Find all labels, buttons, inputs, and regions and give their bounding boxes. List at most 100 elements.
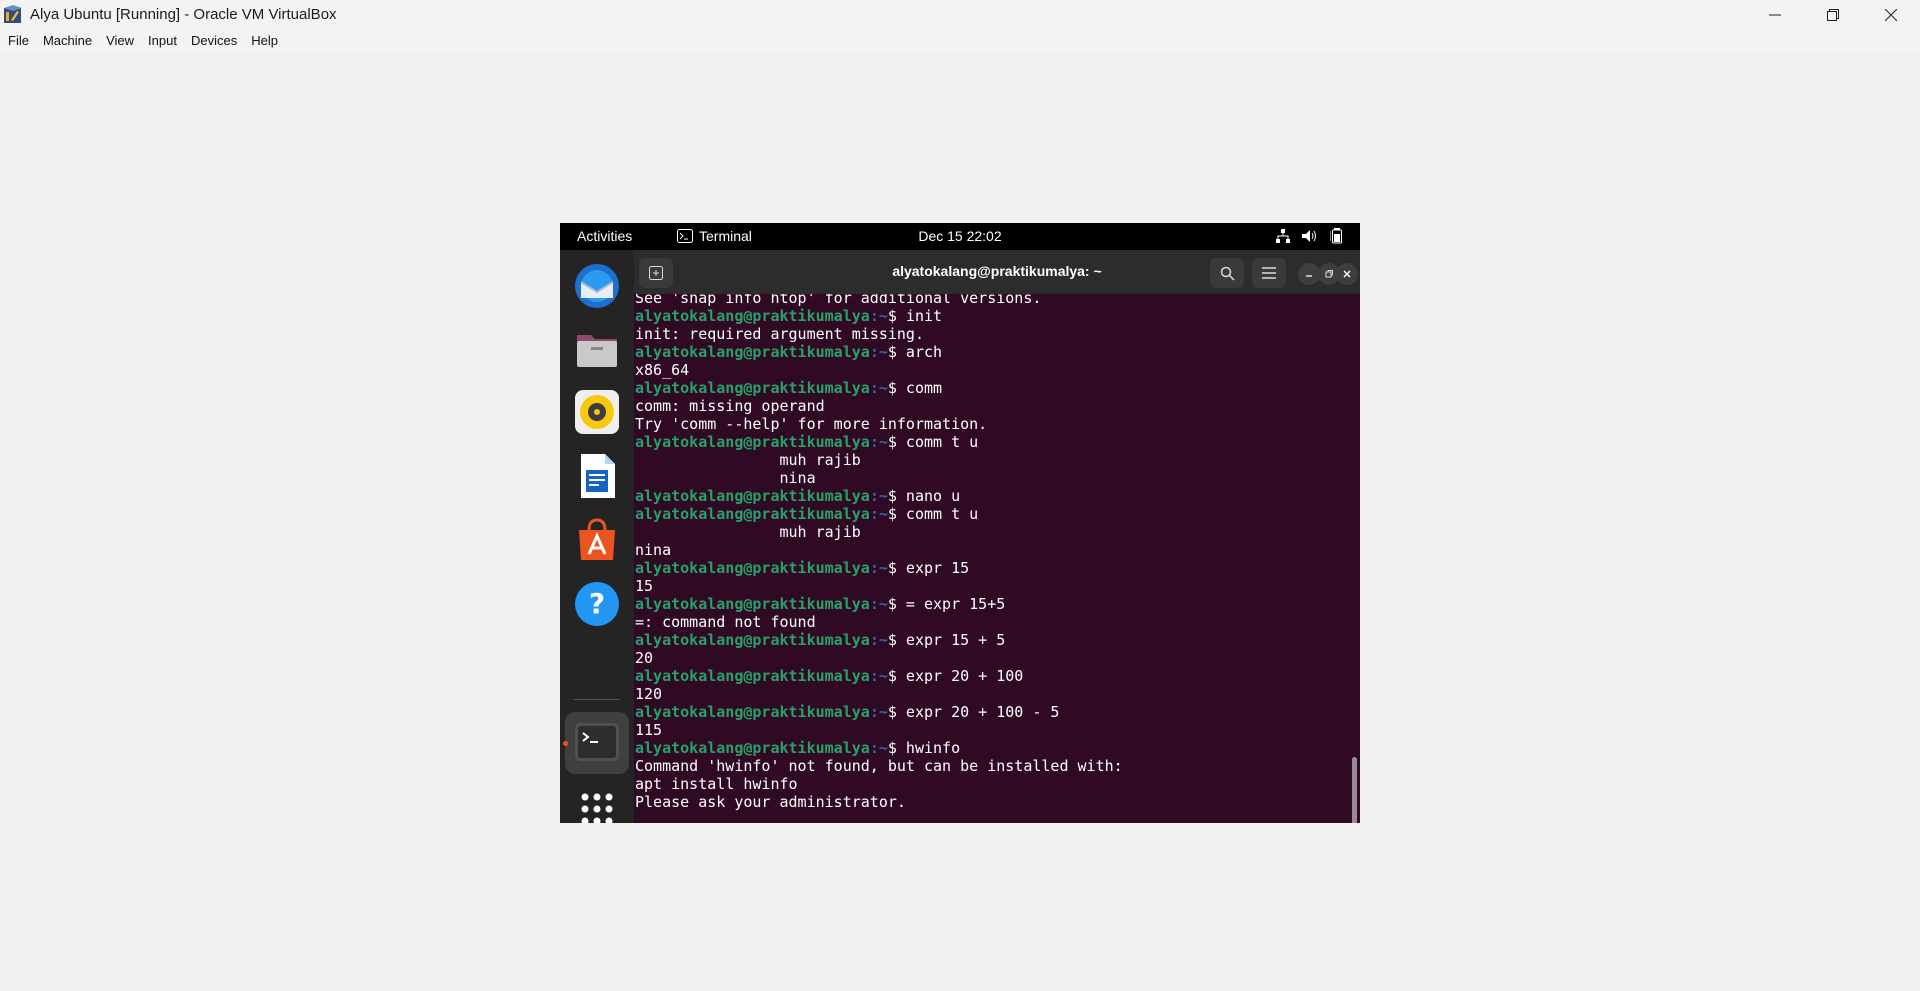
prompt-path: :~: [869, 667, 888, 685]
command-text: $ init: [887, 307, 943, 325]
close-icon: [1343, 270, 1351, 278]
prompt-path: :~: [869, 631, 888, 649]
terminal-output-line: 115: [635, 721, 663, 739]
terminal-text: See 'snap info htop' for additional vers…: [635, 294, 1123, 811]
running-indicator: [563, 741, 568, 746]
prompt-path: :~: [869, 505, 888, 523]
menu-machine[interactable]: Machine: [43, 33, 92, 48]
terminal-output-line: Please ask your administrator.: [635, 793, 906, 811]
search-button[interactable]: [1210, 258, 1244, 288]
restore-icon[interactable]: [1804, 0, 1862, 29]
menu-help[interactable]: Help: [251, 33, 278, 48]
terminal-command-line: alyatokalang@praktikumalya:~$ expr 20 + …: [635, 667, 1123, 685]
system-tray[interactable]: [1276, 228, 1344, 244]
prompt-user: alyatokalang@praktikumalya: [635, 487, 870, 505]
terminal-command-line: alyatokalang@praktikumalya:~$ expr 20 + …: [635, 703, 1123, 721]
terminal-close-button[interactable]: [1336, 263, 1358, 285]
menu-file[interactable]: File: [8, 33, 29, 48]
prompt-user: alyatokalang@praktikumalya: [635, 343, 870, 361]
command-text: $ expr 15: [887, 559, 970, 577]
terminal-command-line: alyatokalang@praktikumalya:~$ comm: [635, 379, 1123, 397]
prompt-path: :~: [869, 703, 888, 721]
terminal-output-line: =: command not found: [635, 613, 816, 631]
clock[interactable]: Dec 15 22:02: [560, 228, 1360, 244]
menu-devices[interactable]: Devices: [191, 33, 237, 48]
prompt-user: alyatokalang@praktikumalya: [635, 703, 870, 721]
rhythmbox-icon[interactable]: [573, 388, 621, 436]
command-text: $ nano u: [887, 487, 961, 505]
terminal-command-line: alyatokalang@praktikumalya:~$ expr 15: [635, 559, 1123, 577]
terminal-output-line: 20: [635, 649, 654, 667]
terminal-command-line: alyatokalang@praktikumalya:~$ expr 15 + …: [635, 631, 1123, 649]
terminal-output-line: x86_64: [635, 361, 690, 379]
host-menubar: File Machine View Input Devices Help: [0, 29, 1920, 52]
minimize-icon: [1306, 275, 1312, 277]
terminal-scrollbar[interactable]: [1352, 757, 1357, 823]
app-center-icon[interactable]: [573, 516, 621, 564]
terminal-output-line: muh rajib: [635, 523, 861, 541]
window-title: Alya Ubuntu [Running] - Oracle VM Virtua…: [30, 6, 337, 23]
show-apps-icon[interactable]: [573, 785, 621, 823]
terminal-command-line: alyatokalang@praktikumalya:~$ init: [635, 307, 1123, 325]
close-icon[interactable]: [1862, 0, 1920, 29]
window-controls: [1746, 0, 1920, 29]
prompt-path: :~: [869, 739, 888, 757]
volume-icon: [1302, 230, 1316, 242]
svg-text:?: ?: [589, 587, 605, 620]
prompt-user: alyatokalang@praktikumalya: [635, 667, 870, 685]
help-icon[interactable]: ?: [573, 580, 621, 628]
terminal-minimize-button[interactable]: [1298, 263, 1320, 285]
terminal-output-line: init: required argument missing.: [635, 325, 924, 343]
terminal-headerbar: alyatokalang@praktikumalya: ~: [634, 250, 1360, 294]
terminal-output-line: muh rajib: [635, 451, 861, 469]
terminal-output-line: See 'snap info htop' for additional vers…: [635, 294, 1042, 307]
terminal-output-line: 15: [635, 577, 654, 595]
menu-input[interactable]: Input: [148, 33, 177, 48]
terminal-output-line: nina: [635, 541, 672, 559]
terminal-output-line: Command 'hwinfo' not found, but can be i…: [635, 757, 1123, 775]
thunderbird-icon[interactable]: [573, 262, 621, 310]
command-text: $ arch: [887, 343, 943, 361]
files-icon[interactable]: [573, 325, 621, 373]
writer-icon[interactable]: [573, 452, 621, 500]
prompt-user: alyatokalang@praktikumalya: [635, 559, 870, 577]
prompt-path: :~: [869, 433, 888, 451]
prompt-path: :~: [869, 343, 888, 361]
terminal-output-line: nina: [635, 469, 816, 487]
terminal-output-line: comm: missing operand: [635, 397, 825, 415]
terminal-output-line: Try 'comm --help' for more information.: [635, 415, 988, 433]
terminal-output-line: 120: [635, 685, 663, 703]
menu-button[interactable]: [1252, 258, 1286, 288]
ubuntu-dock: ?: [560, 250, 634, 823]
virtualbox-logo-icon: [4, 4, 22, 23]
command-text: $ expr 20 + 100 - 5: [887, 703, 1060, 721]
hamburger-icon: [1262, 267, 1276, 279]
prompt-path: :~: [869, 595, 888, 613]
battery-icon: [1330, 228, 1342, 244]
menu-view[interactable]: View: [106, 33, 134, 48]
gnome-topbar: Activities Terminal Dec 15 22:02: [560, 223, 1360, 250]
vm-screen[interactable]: Activities Terminal Dec 15 22:02 ? alyat…: [560, 223, 1360, 823]
prompt-user: alyatokalang@praktikumalya: [635, 739, 870, 757]
restore-icon: [1325, 270, 1333, 278]
terminal-command-line: alyatokalang@praktikumalya:~$ comm t u: [635, 505, 1123, 523]
terminal-output[interactable]: See 'snap info htop' for additional vers…: [634, 294, 1360, 823]
prompt-user: alyatokalang@praktikumalya: [635, 307, 870, 325]
command-text: $ expr 20 + 100: [887, 667, 1024, 685]
prompt-user: alyatokalang@praktikumalya: [635, 631, 870, 649]
terminal-command-line: alyatokalang@praktikumalya:~$ arch: [635, 343, 1123, 361]
terminal-command-line: alyatokalang@praktikumalya:~$ nano u: [635, 487, 1123, 505]
command-text: $ hwinfo: [887, 739, 961, 757]
prompt-path: :~: [869, 379, 888, 397]
command-text: $ = expr 15+5: [887, 595, 1006, 613]
prompt-path: :~: [869, 559, 888, 577]
terminal-icon[interactable]: [573, 719, 621, 767]
minimize-icon[interactable]: [1746, 0, 1804, 29]
prompt-user: alyatokalang@praktikumalya: [635, 595, 870, 613]
prompt-user: alyatokalang@praktikumalya: [635, 505, 870, 523]
window-titlebar: Alya Ubuntu [Running] - Oracle VM Virtua…: [0, 0, 1920, 29]
command-text: $ comm: [887, 379, 943, 397]
prompt-path: :~: [869, 307, 888, 325]
prompt-user: alyatokalang@praktikumalya: [635, 379, 870, 397]
search-icon: [1220, 266, 1235, 281]
